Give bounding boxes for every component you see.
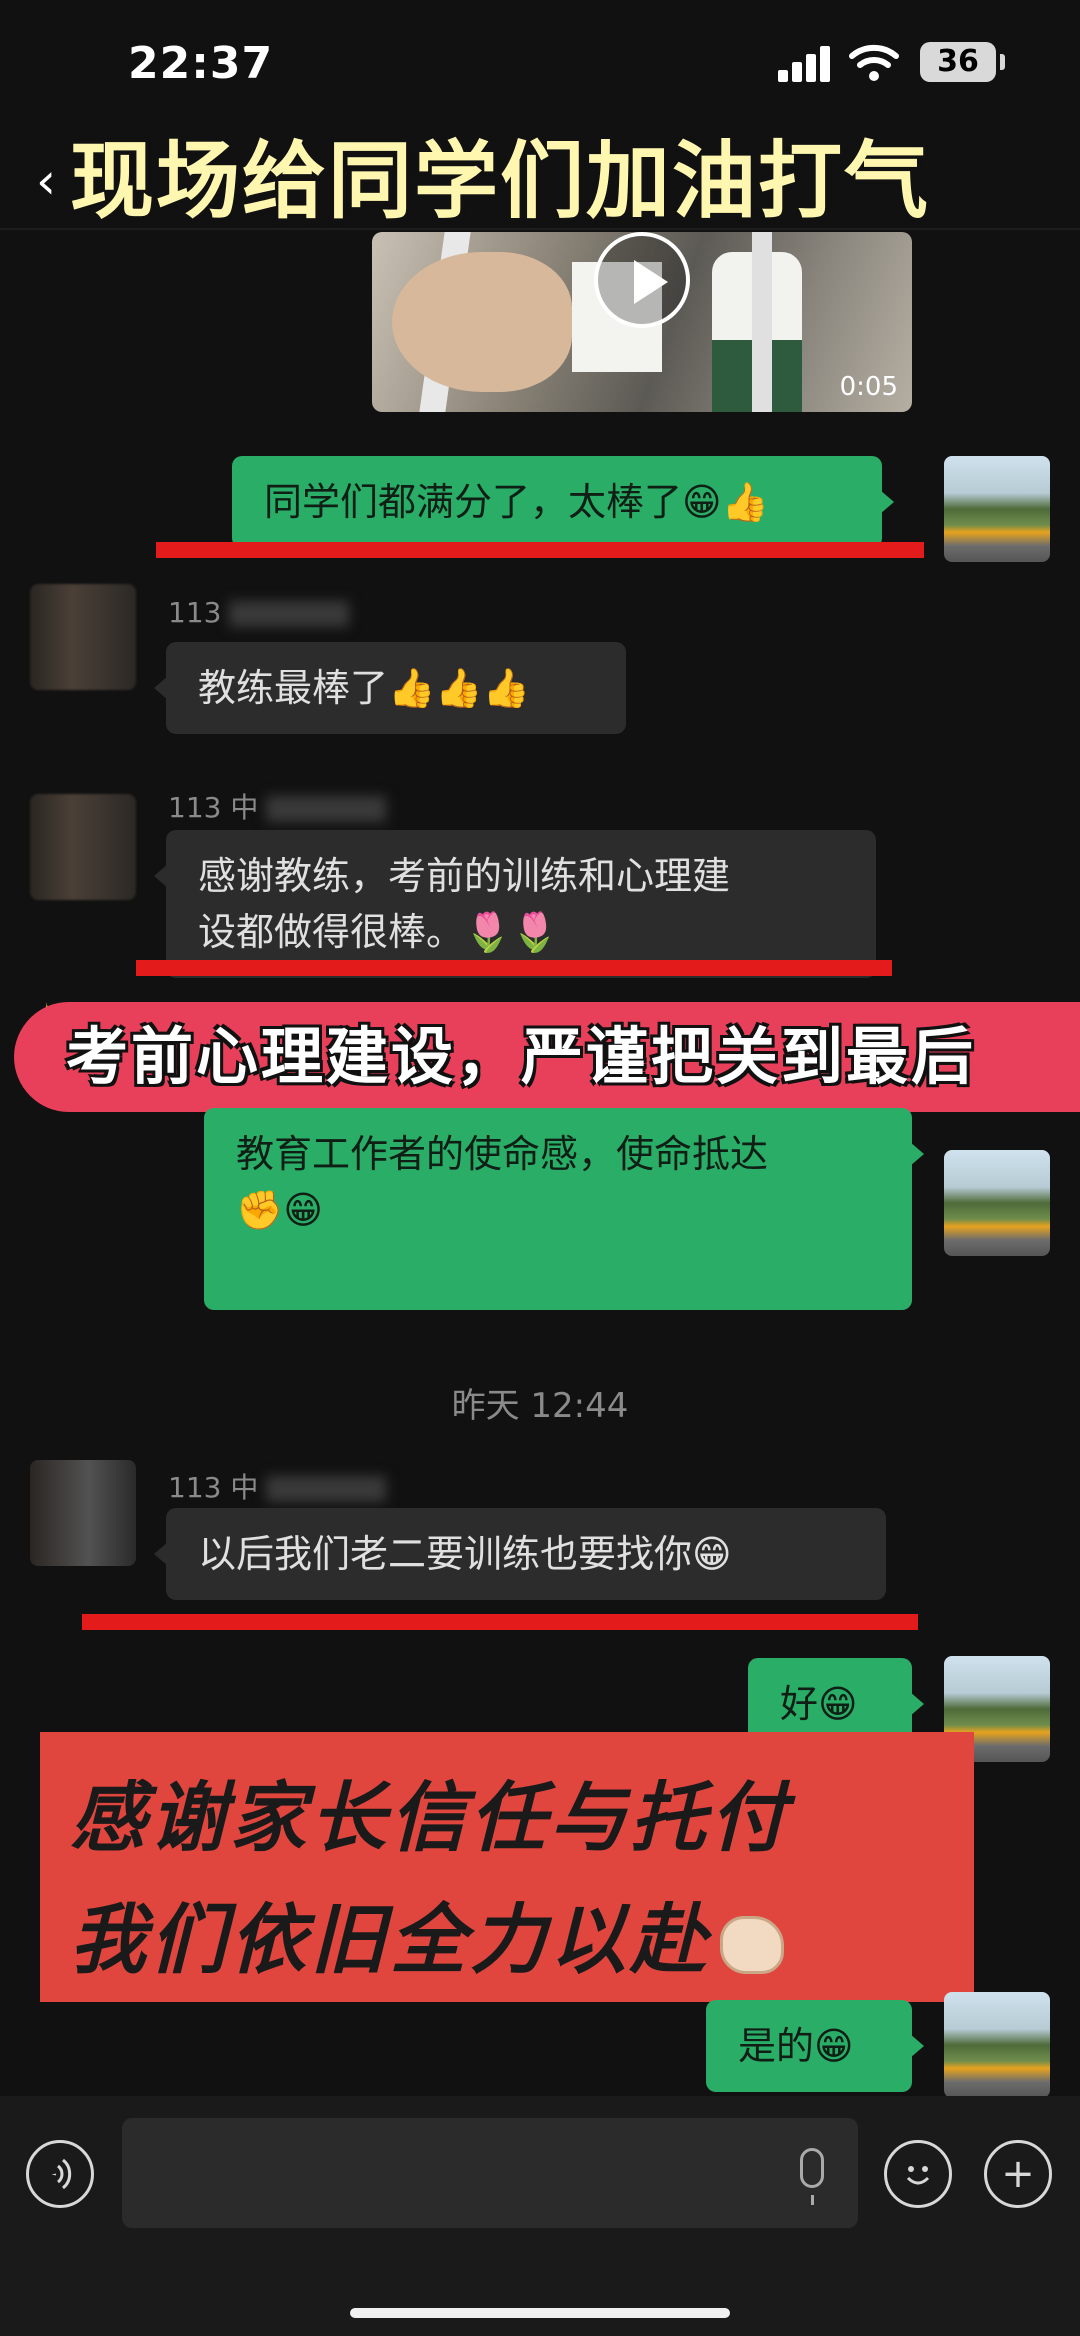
status-bar: 22:37 36 <box>0 0 1080 130</box>
message-bubble-outgoing[interactable]: 教育工作者的使命感，使命抵达 ✊😁 <box>204 1108 924 1310</box>
message-bubble-incoming[interactable]: 感谢教练，考前的训练和心理建 设都做得很棒。🌷🌷 <box>154 830 876 978</box>
voice-icon[interactable] <box>26 2140 94 2208</box>
avatar-self[interactable] <box>944 1150 1050 1256</box>
battery-indicator: 36 <box>920 42 1005 82</box>
status-time: 22:37 <box>128 38 274 89</box>
highlight-underline <box>156 542 924 558</box>
fist-icon <box>720 1916 784 1974</box>
signal-icon <box>778 44 834 82</box>
message-bubble-outgoing[interactable]: 同学们都满分了，太棒了😁👍 <box>232 456 894 548</box>
caption-banner: 考前心理建设，严谨把关到最后 <box>14 1002 1080 1112</box>
chat-timestamp: 昨天 12:44 <box>451 1386 629 1426</box>
highlight-underline <box>82 1614 918 1630</box>
message-bubble-incoming[interactable]: 以后我们老二要训练也要找你😁 <box>154 1508 886 1600</box>
message-bubble-incoming[interactable]: 教练最棒了👍👍👍 <box>154 642 626 734</box>
input-bar: + <box>0 2096 1080 2336</box>
home-indicator <box>350 2308 730 2318</box>
emoji-icon[interactable] <box>884 2140 952 2208</box>
play-icon[interactable] <box>594 232 690 328</box>
plus-icon[interactable]: + <box>984 2140 1052 2208</box>
sender-name: 113 中 <box>168 1466 387 1506</box>
avatar-self[interactable] <box>944 1992 1050 2098</box>
message-bubble-outgoing[interactable]: 是的😁 <box>706 2000 924 2092</box>
avatar-contact[interactable] <box>30 794 136 900</box>
video-duration: 0:05 <box>839 372 898 402</box>
highlight-underline <box>136 960 892 976</box>
back-icon[interactable]: ‹ <box>36 152 56 210</box>
avatar-contact[interactable] <box>30 584 136 690</box>
mic-icon[interactable] <box>800 2148 824 2205</box>
wifi-icon <box>849 44 899 81</box>
avatar-contact[interactable] <box>30 1460 136 1566</box>
caption-card: 感谢家长信任与托付 我们依旧全力以赴 <box>40 1732 974 2002</box>
caption-line-1: 感谢家长信任与托付 <box>70 1773 790 1862</box>
overlay-title: 现场给同学们加油打气 <box>70 132 931 230</box>
caption-line-2: 我们依旧全力以赴 <box>70 1878 784 1988</box>
sender-name: 113 <box>168 596 350 629</box>
sender-name: 113 中 <box>168 786 387 826</box>
video-message[interactable]: 0:05 <box>372 232 912 412</box>
avatar-self[interactable] <box>944 456 1050 562</box>
message-input[interactable] <box>122 2118 858 2228</box>
